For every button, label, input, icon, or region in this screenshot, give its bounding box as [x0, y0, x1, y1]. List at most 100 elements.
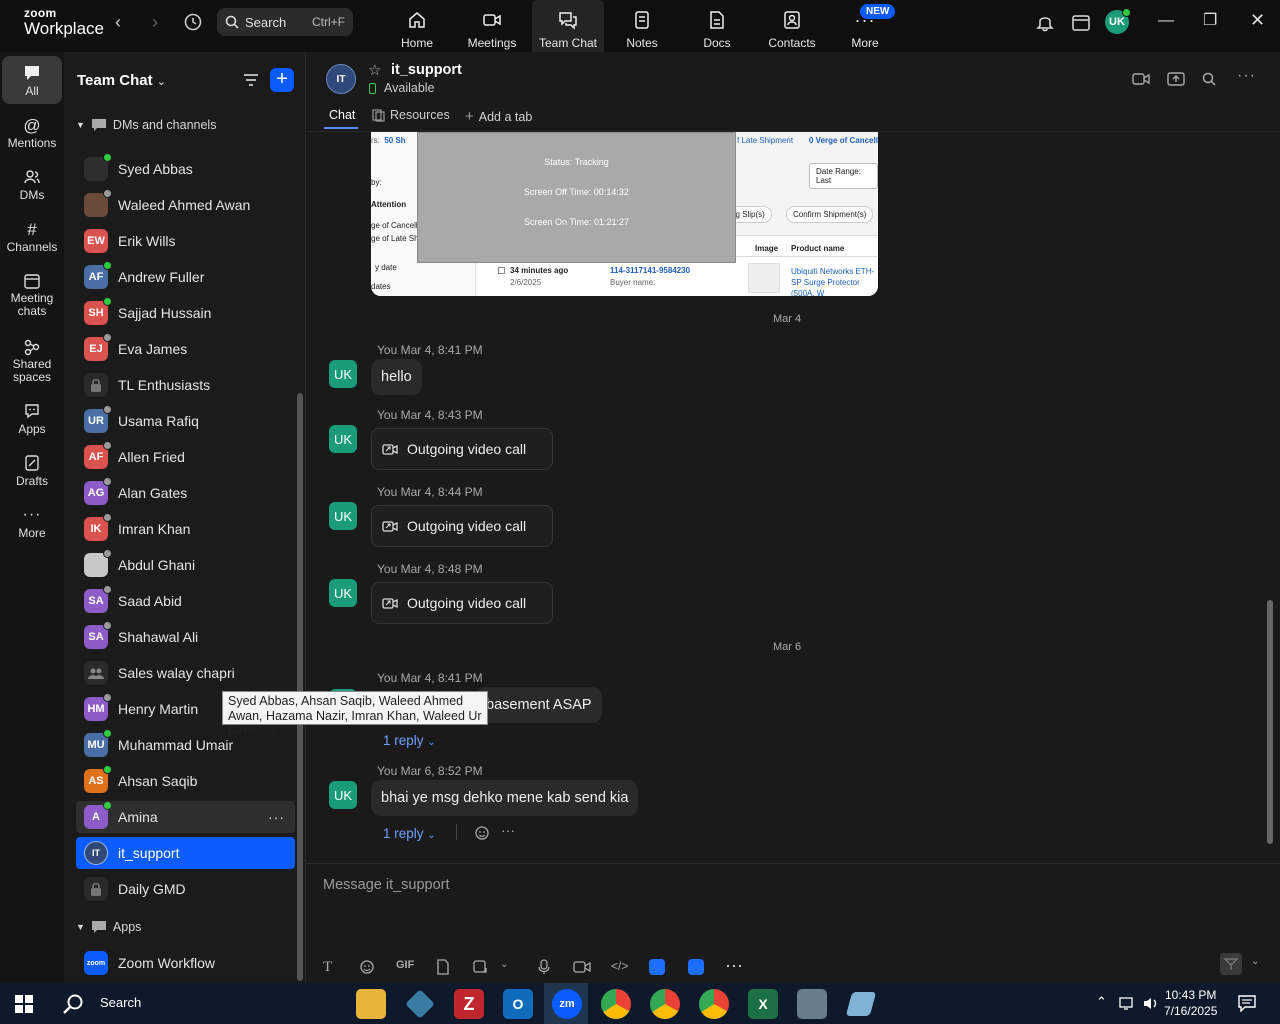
contact-item[interactable]: AS Ahsan Saqib	[76, 765, 295, 797]
rail-dms[interactable]: DMs	[2, 160, 62, 202]
rail-apps[interactable]: Apps	[2, 394, 62, 436]
contact-item[interactable]: SH Sajjad Hussain	[76, 297, 295, 329]
message-avatar[interactable]: UK	[329, 502, 357, 530]
forward-arrow-icon[interactable]: ›	[152, 12, 158, 33]
screenshot-icon[interactable]	[472, 959, 488, 975]
microphone-icon[interactable]	[538, 959, 550, 975]
tab-notes[interactable]: Notes	[606, 0, 678, 52]
reply-link[interactable]: 1 reply ⌄	[383, 826, 436, 841]
star-icon[interactable]: ☆	[368, 61, 381, 79]
app-shortcut-icon-2[interactable]	[688, 959, 704, 975]
filezilla-icon[interactable]: Z	[454, 989, 484, 1019]
chat-scrollbar[interactable]	[1267, 600, 1273, 844]
sidebar-title[interactable]: Team Chat ⌄	[77, 72, 166, 89]
contact-item[interactable]: A Amina ···	[76, 801, 295, 833]
channel-name[interactable]: it_support	[391, 62, 462, 78]
share-screen-icon[interactable]	[1167, 71, 1185, 87]
contact-item[interactable]: SA Saad Abid	[76, 585, 295, 617]
back-arrow-icon[interactable]: ‹	[115, 12, 121, 33]
message-bubble[interactable]: basement ASAP	[476, 687, 602, 723]
taskbar-clock[interactable]: 10:43 PM 7/16/2025	[1164, 987, 1217, 1019]
rail-channels[interactable]: # Channels	[2, 212, 62, 254]
add-reaction-icon[interactable]	[475, 825, 491, 841]
message-bubble[interactable]: bhai ye msg dehko mene kab send kia	[371, 780, 639, 816]
contact-item[interactable]: TL Enthusiasts	[76, 369, 295, 401]
history-icon[interactable]	[182, 11, 204, 33]
message-more-icon[interactable]: ···	[501, 822, 515, 838]
contact-item[interactable]: Syed Abbas	[76, 153, 295, 185]
zoom-icon[interactable]: zm	[552, 989, 582, 1019]
more-options-icon[interactable]: ···	[268, 809, 285, 825]
chevron-up-icon[interactable]: ⌃	[1096, 994, 1107, 1010]
new-chat-button[interactable]: +	[270, 68, 294, 92]
tab-meetings[interactable]: Meetings	[456, 0, 528, 52]
contact-item[interactable]: Abdul Ghani	[76, 549, 295, 581]
tab-contacts[interactable]: Contacts	[756, 0, 828, 52]
call-card[interactable]: Outgoing video call	[371, 582, 553, 624]
contact-item[interactable]: AF Andrew Fuller	[76, 261, 295, 293]
contact-item[interactable]: UR Usama Rafiq	[76, 405, 295, 437]
tab-resources[interactable]: Resources	[372, 108, 450, 122]
video-camera-icon[interactable]	[1132, 71, 1150, 87]
contact-item[interactable]: Daily GMD	[76, 873, 295, 905]
tab-chat[interactable]: Chat	[329, 108, 355, 122]
bell-icon[interactable]	[1035, 12, 1055, 32]
more-options-icon[interactable]: ···	[1237, 67, 1256, 85]
message-bubble[interactable]: hello	[371, 359, 422, 395]
app-item-zoom-workflow[interactable]: zoom Zoom Workflow	[76, 947, 295, 979]
contact-item[interactable]: IT it_support	[76, 837, 295, 869]
tab-team-chat[interactable]: Team Chat	[532, 0, 604, 52]
message-avatar[interactable]: UK	[329, 579, 357, 607]
volume-icon[interactable]	[1142, 996, 1160, 1011]
app-icon[interactable]	[405, 989, 435, 1019]
reply-link[interactable]: 1 reply ⌄	[383, 733, 436, 748]
search-icon[interactable]	[62, 993, 84, 1015]
filter-icon[interactable]	[242, 71, 260, 89]
excel-icon[interactable]: X	[748, 989, 778, 1019]
emoji-icon[interactable]	[359, 959, 375, 975]
more-tools-icon[interactable]: ···	[725, 955, 743, 976]
file-explorer-icon[interactable]	[356, 989, 386, 1019]
contact-item[interactable]: Sales walay chapri	[76, 657, 295, 689]
close-icon[interactable]: ✕	[1250, 10, 1265, 31]
code-snippet-icon[interactable]: </>	[611, 959, 628, 973]
contact-item[interactable]: Waleed Ahmed Awan	[76, 189, 295, 221]
gif-icon[interactable]: GIF	[396, 959, 414, 971]
sidebar-scrollbar[interactable]	[297, 393, 303, 981]
tab-docs[interactable]: Docs	[681, 0, 753, 52]
windows-start-icon[interactable]	[15, 995, 33, 1013]
rail-shared-spaces[interactable]: Shared spaces	[2, 330, 62, 384]
app-shortcut-icon[interactable]	[649, 959, 665, 975]
taskbar-search-label[interactable]: Search	[100, 995, 141, 1010]
chrome-icon[interactable]	[601, 989, 631, 1019]
call-card[interactable]: Outgoing video call	[371, 428, 553, 470]
rail-all[interactable]: All	[2, 56, 62, 104]
file-icon[interactable]	[436, 959, 450, 975]
video-message-icon[interactable]	[573, 959, 591, 975]
contact-item[interactable]: AF Allen Fried	[76, 441, 295, 473]
search-input[interactable]: Search Ctrl+F	[217, 8, 353, 36]
rail-mentions[interactable]: @ Mentions	[2, 108, 62, 150]
minimize-icon[interactable]: —	[1158, 12, 1174, 30]
compose-placeholder[interactable]: Message it_support	[323, 877, 450, 893]
notifications-icon[interactable]	[1238, 995, 1256, 1012]
chrome-icon-3[interactable]	[699, 989, 729, 1019]
notepad-icon[interactable]	[845, 992, 877, 1016]
outlook-icon[interactable]: O	[503, 989, 533, 1019]
text-format-icon[interactable]: T	[323, 959, 332, 976]
user-avatar[interactable]: UK	[1105, 8, 1131, 34]
message-composer[interactable]: Message it_support T GIF ⌄ </> ··· ⌄	[306, 863, 1280, 983]
shared-image[interactable]: rs: 50 Sh by: Attention ge of Cancell ge…	[371, 132, 878, 296]
chevron-down-icon[interactable]: ⌄	[500, 959, 508, 970]
contact-item[interactable]: AG Alan Gates	[76, 477, 295, 509]
message-avatar[interactable]: UK	[329, 425, 357, 453]
search-icon[interactable]	[1201, 71, 1217, 87]
chrome-icon-2[interactable]	[650, 989, 680, 1019]
contact-item[interactable]: SA Shahawal Ali	[76, 621, 295, 653]
restore-icon[interactable]: ❐	[1203, 10, 1217, 30]
contact-item[interactable]: EW Erik Wills	[76, 225, 295, 257]
calculator-icon[interactable]	[797, 989, 827, 1019]
tab-add-a-tab[interactable]: + Add a tab	[465, 108, 532, 125]
section-apps[interactable]: ▼ Apps	[76, 920, 141, 934]
rail-drafts[interactable]: Drafts	[2, 446, 62, 488]
